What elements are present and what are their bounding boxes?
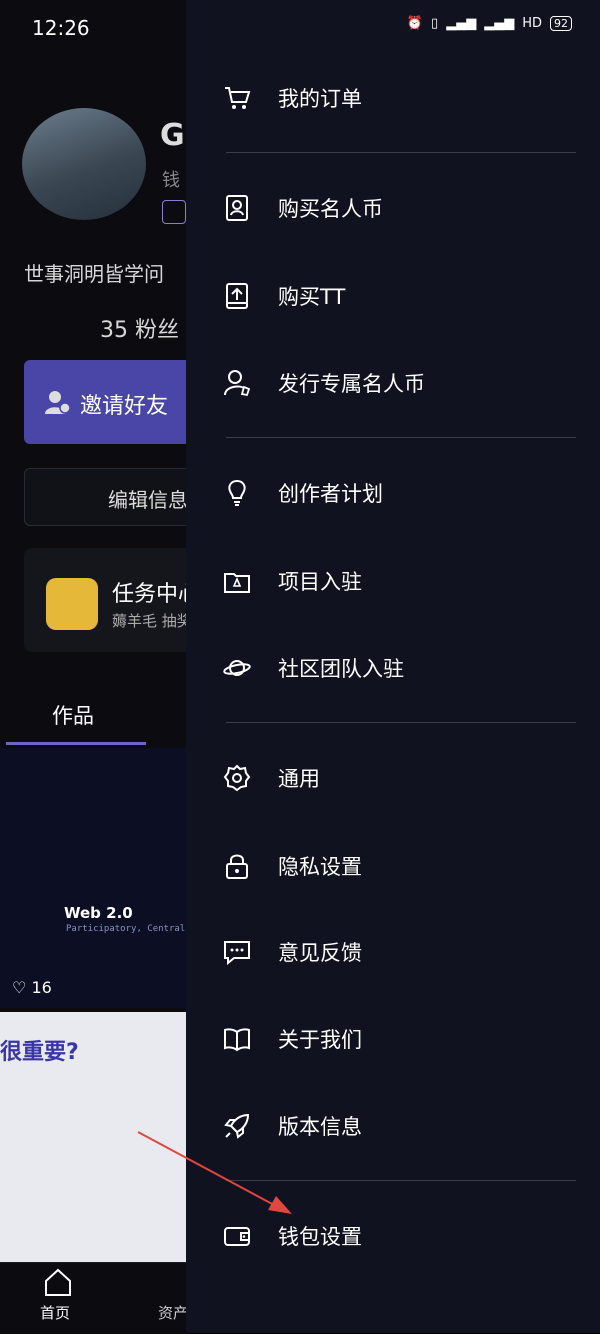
menu-label: 我的订单 bbox=[278, 87, 362, 111]
article-title: 很重要? bbox=[0, 1040, 79, 1065]
menu-item-about-us[interactable]: 关于我们 bbox=[222, 1009, 362, 1069]
lock-icon bbox=[226, 854, 248, 879]
menu-item-issue-coin[interactable]: 发行专属名人币 bbox=[222, 353, 425, 413]
wallet-icon bbox=[224, 1227, 250, 1246]
folder-rocket-icon bbox=[224, 573, 250, 593]
add-user-icon bbox=[45, 391, 71, 414]
menu-label: 通用 bbox=[278, 767, 320, 791]
fans-count: 35 粉丝 bbox=[100, 318, 179, 343]
chat-icon bbox=[224, 941, 250, 966]
heart-icon: ♡ bbox=[12, 978, 32, 997]
menu-item-creator-plan[interactable]: 创作者计划 bbox=[222, 463, 383, 523]
menu-label: 关于我们 bbox=[278, 1028, 362, 1052]
menu-label: 购买名人币 bbox=[278, 197, 383, 221]
portrait-card-icon bbox=[226, 195, 248, 221]
divider bbox=[226, 1180, 576, 1181]
tab-indicator bbox=[6, 742, 146, 745]
menu-item-buy-celebrity-coin[interactable]: 购买名人币 bbox=[222, 178, 383, 238]
level-badge-icon bbox=[162, 200, 186, 224]
tab-home[interactable]: 首页 bbox=[40, 1302, 70, 1323]
status-icons: ⏰ ▯ ▂▄▆ ▂▄▆ HD 92 bbox=[407, 16, 572, 31]
signal-icon-2: ▂▄▆ bbox=[484, 16, 515, 31]
divider bbox=[226, 722, 576, 723]
thumbnail-title: Web 2.0 bbox=[64, 904, 133, 922]
menu-label: 版本信息 bbox=[278, 1115, 362, 1139]
menu-item-general[interactable]: 通用 bbox=[222, 748, 320, 808]
invite-friends-label: 邀请好友 bbox=[80, 394, 169, 419]
signal-icon: ▂▄▆ bbox=[446, 16, 477, 31]
cart-icon bbox=[225, 87, 251, 109]
planet-icon bbox=[223, 660, 251, 676]
clock: 12:26 bbox=[32, 16, 90, 40]
tab-assets[interactable]: 资产 bbox=[158, 1302, 188, 1323]
task-center-subtitle: 薅羊毛 抽奖 bbox=[112, 612, 192, 630]
work-thumbnail[interactable] bbox=[0, 748, 186, 1008]
menu-label: 隐私设置 bbox=[278, 855, 362, 879]
book-icon bbox=[224, 1028, 250, 1052]
user-subtitle: 钱 bbox=[162, 170, 180, 191]
network-label: HD bbox=[522, 16, 542, 31]
menu-label: 发行专属名人币 bbox=[278, 372, 425, 396]
menu-label: 项目入驻 bbox=[278, 570, 362, 594]
likes-count[interactable]: ♡ 16 bbox=[12, 978, 52, 997]
alarm-icon: ⏰ bbox=[406, 16, 424, 31]
username: G bbox=[160, 118, 185, 153]
rocket-icon bbox=[224, 1113, 250, 1139]
menu-label: 创作者计划 bbox=[278, 482, 383, 506]
menu-label: 意见反馈 bbox=[278, 941, 362, 965]
menu-item-wallet-settings[interactable]: 钱包设置 bbox=[222, 1206, 362, 1266]
bottom-tab-bar bbox=[0, 1262, 186, 1334]
tab-works[interactable]: 作品 bbox=[52, 700, 94, 730]
coin-icon bbox=[46, 578, 98, 630]
home-icon[interactable] bbox=[42, 1266, 74, 1298]
divider bbox=[226, 152, 576, 153]
menu-label: 钱包设置 bbox=[278, 1225, 362, 1249]
menu-label: 社区团队入驻 bbox=[278, 657, 404, 681]
menu-item-my-orders[interactable]: 我的订单 bbox=[222, 68, 362, 128]
upload-tray-icon bbox=[226, 283, 248, 309]
menu-label: 购买TT bbox=[278, 285, 346, 309]
menu-item-feedback[interactable]: 意见反馈 bbox=[222, 922, 362, 982]
menu-item-project-join[interactable]: 项目入驻 bbox=[222, 551, 362, 611]
menu-item-version-info[interactable]: 版本信息 bbox=[222, 1096, 362, 1156]
menu-item-community-join[interactable]: 社区团队入驻 bbox=[222, 638, 404, 698]
divider bbox=[226, 437, 576, 438]
gear-icon bbox=[223, 764, 251, 792]
menu-item-buy-tt[interactable]: 购买TT bbox=[222, 266, 345, 326]
vibrate-icon: ▯ bbox=[431, 16, 439, 31]
lightbulb-icon bbox=[228, 479, 246, 506]
status-bar: 12:26 ⏰ ▯ ▂▄▆ ▂▄▆ HD 92 bbox=[0, 0, 600, 56]
edit-profile-label: 编辑信息 bbox=[108, 488, 188, 512]
likes-value: 16 bbox=[31, 978, 52, 997]
avatar[interactable] bbox=[22, 108, 146, 220]
user-shield-icon bbox=[224, 370, 251, 397]
menu-item-privacy[interactable]: 隐私设置 bbox=[222, 836, 362, 896]
battery-icon: 92 bbox=[550, 16, 572, 31]
user-bio: 世事洞明皆学问 bbox=[24, 262, 164, 286]
